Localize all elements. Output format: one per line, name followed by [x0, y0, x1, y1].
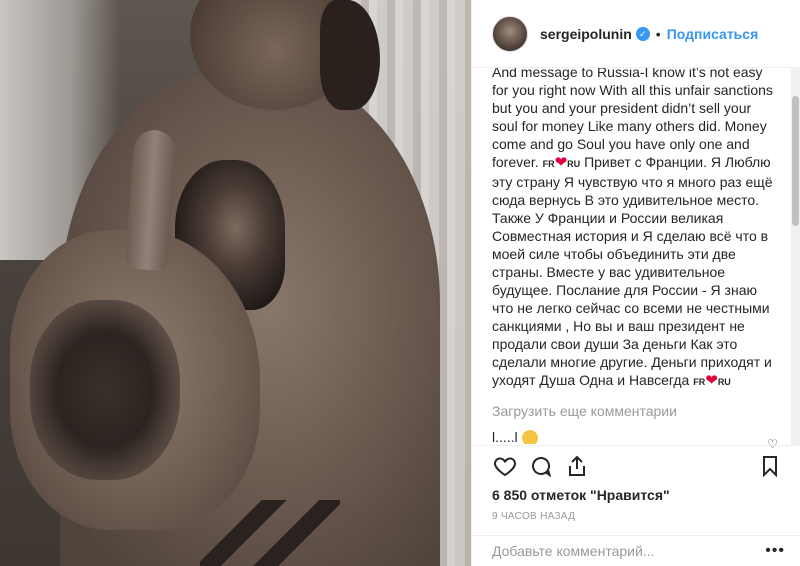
- comments-list[interactable]: And message to Russia-I know it’s not ea…: [472, 68, 792, 444]
- more-options-icon[interactable]: •••: [765, 542, 785, 560]
- add-comment-bar: •••: [472, 535, 800, 566]
- heart-outline-icon[interactable]: [490, 451, 520, 481]
- smile-emoji-icon: [521, 430, 538, 444]
- post-timestamp[interactable]: 9 ЧАСОВ НАЗАД: [492, 511, 575, 522]
- share-upload-icon[interactable]: [562, 451, 592, 481]
- heart-emoji-icon-2: ❤: [705, 372, 718, 389]
- comments-scrollbar[interactable]: [791, 68, 800, 445]
- scrollbar-thumb[interactable]: [792, 96, 799, 226]
- post-side-panel: sergeipolunin ✓ • Подписаться And messag…: [471, 0, 800, 566]
- flag-label-ru-2: RU: [717, 377, 731, 387]
- eagle-tattoo: [30, 300, 180, 480]
- comment-input[interactable]: [492, 543, 766, 559]
- follow-button[interactable]: Подписаться: [667, 26, 759, 42]
- post-header: sergeipolunin ✓ • Подписаться: [472, 0, 800, 68]
- flag-label-fr: FR: [542, 159, 555, 169]
- flag-label-ru: RU: [567, 159, 581, 169]
- post-caption: And message to Russia-I know it’s not ea…: [492, 68, 780, 391]
- comment-item: l.....l: [492, 429, 780, 444]
- heart-emoji-icon: ❤: [554, 154, 568, 171]
- caption-text-russian: Привет с Франции. Я Люблю эту страну Я ч…: [492, 154, 773, 388]
- likes-count[interactable]: 6 850 отметок "Нравится": [492, 487, 670, 503]
- comment-author[interactable]: l.....l: [492, 429, 518, 444]
- verified-badge-icon: ✓: [635, 26, 650, 41]
- header-separator-dot: •: [655, 25, 661, 42]
- avatar[interactable]: [492, 15, 528, 52]
- username-link[interactable]: sergeipolunin: [540, 26, 632, 42]
- bookmark-icon[interactable]: [755, 451, 785, 481]
- post-actions-bar: [472, 445, 800, 485]
- comment-bubble-icon[interactable]: [526, 451, 556, 481]
- post-photo[interactable]: [0, 0, 471, 566]
- lower-tattoo: [200, 500, 340, 566]
- load-more-comments-button[interactable]: Загрузить еще комментарии: [492, 403, 780, 419]
- flag-label-fr-2: FR: [693, 377, 706, 387]
